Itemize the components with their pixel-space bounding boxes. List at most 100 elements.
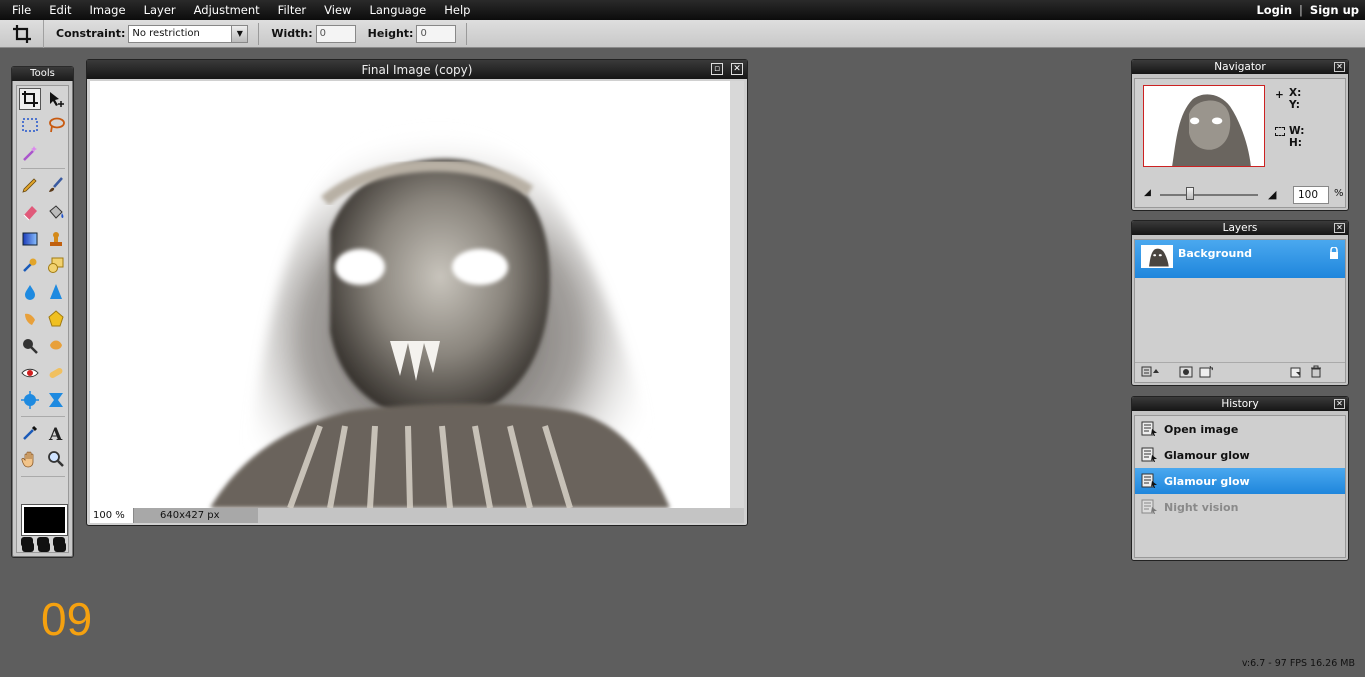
red-eye-icon[interactable] [19, 362, 41, 384]
layers-body: Background [1134, 239, 1346, 383]
tools-panel: Tools A [11, 66, 74, 558]
divider [21, 168, 65, 169]
tool-options-bar: Constraint: No restriction ▼ Width: 0 He… [0, 19, 1365, 48]
history-body: Open image Glamour glow Glamour glow Nig… [1134, 415, 1346, 558]
paint-bucket-icon[interactable] [45, 201, 67, 223]
swatch-preset[interactable] [53, 537, 65, 547]
close-icon[interactable]: ✕ [1334, 399, 1345, 409]
pencil-icon[interactable] [19, 174, 41, 196]
image-window-titlebar[interactable]: Final Image (copy) ▫ ✕ [87, 60, 747, 79]
foreground-color-swatch[interactable] [21, 504, 68, 536]
lasso-icon[interactable] [45, 114, 67, 136]
zoom-in-icon[interactable]: ◢ [1268, 188, 1276, 201]
sponge-icon[interactable] [45, 308, 67, 330]
close-icon[interactable]: ✕ [1334, 62, 1345, 72]
navigator-zoom-controls: ◢ ◢ 100 % [1140, 185, 1346, 205]
navigator-thumbnail[interactable] [1143, 85, 1265, 167]
constraint-select[interactable]: No restriction ▼ [128, 24, 249, 43]
hand-icon[interactable] [19, 448, 41, 470]
signup-link[interactable]: Sign up [1310, 3, 1359, 17]
menu-image[interactable]: Image [81, 0, 135, 20]
menu-language[interactable]: Language [360, 0, 435, 20]
swatch-preset[interactable] [37, 537, 49, 547]
layer-settings-icon[interactable] [1141, 366, 1159, 381]
history-step-icon [1141, 421, 1157, 436]
crop-icon[interactable] [0, 19, 44, 48]
zoom-unit: % [115, 510, 125, 521]
image-canvas[interactable] [90, 81, 730, 508]
maximize-icon[interactable]: ▫ [711, 63, 723, 75]
burn-icon[interactable] [45, 335, 67, 357]
navigator-title: Navigator ✕ [1132, 60, 1348, 74]
swatch-preset[interactable] [21, 537, 33, 547]
image-dimensions: 640x427 px [134, 508, 258, 523]
eraser-icon[interactable] [19, 201, 41, 223]
history-item[interactable]: Glamour glow [1135, 442, 1345, 468]
delete-layer-icon[interactable] [1309, 365, 1323, 381]
spot-heal-icon[interactable] [45, 362, 67, 384]
brush-icon[interactable] [45, 174, 67, 196]
menu-file[interactable]: File [0, 0, 40, 20]
marquee-icon[interactable] [19, 114, 41, 136]
layer-thumbnail [1141, 245, 1173, 268]
blur-icon[interactable] [19, 281, 41, 303]
gradient-icon[interactable] [19, 228, 41, 250]
history-step-icon [1141, 447, 1157, 462]
color-replace-icon[interactable] [19, 254, 41, 276]
history-item-undone[interactable]: Night vision [1135, 494, 1345, 520]
type-icon[interactable]: A [45, 422, 67, 444]
layer-row[interactable]: Background [1135, 240, 1345, 278]
divider [258, 22, 260, 45]
menu-edit[interactable]: Edit [40, 0, 80, 20]
navigator-title-text: Navigator [1214, 61, 1266, 73]
menu-filter[interactable]: Filter [269, 0, 315, 20]
drawing-icon[interactable] [45, 254, 67, 276]
dodge-icon[interactable] [19, 335, 41, 357]
history-title-text: History [1221, 398, 1259, 410]
smudge-icon[interactable] [19, 308, 41, 330]
login-link[interactable]: Login [1256, 3, 1292, 17]
navigator-body: + X: Y: W: H: ◢ ◢ 100 % [1134, 78, 1346, 208]
history-item-active[interactable]: Glamour glow [1135, 468, 1345, 494]
zoom-slider-track[interactable] [1160, 194, 1258, 196]
bloat-icon[interactable] [19, 389, 41, 411]
menu-adjustment[interactable]: Adjustment [185, 0, 269, 20]
zoom-icon[interactable] [45, 448, 67, 470]
history-item[interactable]: Open image [1135, 416, 1345, 442]
layer-mask-icon[interactable] [1179, 366, 1193, 381]
zoom-out-icon[interactable]: ◢ [1144, 188, 1151, 198]
history-item-label: Night vision [1164, 500, 1239, 514]
menu-help[interactable]: Help [435, 0, 479, 20]
zoom-slider-handle[interactable] [1186, 187, 1194, 200]
menu-view[interactable]: View [315, 0, 360, 20]
h-label: H: [1289, 137, 1302, 149]
history-item-label: Glamour glow [1164, 448, 1250, 462]
vertical-scrollbar[interactable] [730, 81, 744, 508]
tools-title: Tools [12, 67, 73, 81]
zoom-level-field[interactable]: 100 % [90, 508, 134, 523]
height-input[interactable]: 0 [416, 24, 457, 43]
layer-effects-icon[interactable] [1199, 365, 1214, 381]
color-picker-icon[interactable] [19, 422, 41, 444]
version-info: v:6.7 - 97 FPS 16.26 MB [1241, 658, 1355, 669]
new-layer-icon[interactable] [1289, 366, 1303, 381]
sharpen-icon[interactable] [45, 281, 67, 303]
divider [21, 476, 65, 477]
crop-icon[interactable] [19, 88, 41, 110]
height-label: Height: [367, 27, 414, 40]
lock-icon[interactable] [1329, 246, 1339, 262]
close-icon[interactable]: ✕ [731, 63, 743, 75]
clone-stamp-icon[interactable] [45, 228, 67, 250]
width-input[interactable]: 0 [315, 24, 356, 43]
divider [21, 416, 65, 417]
close-icon[interactable]: ✕ [1334, 223, 1345, 233]
menu-layer[interactable]: Layer [135, 0, 185, 20]
zoom-percent-input[interactable]: 100 [1293, 186, 1329, 204]
tools-grid: A [16, 85, 69, 553]
layer-toolbar [1135, 362, 1345, 382]
layers-title: Layers ✕ [1132, 221, 1348, 235]
chevron-down-icon[interactable]: ▼ [231, 25, 248, 42]
pinch-icon[interactable] [45, 389, 67, 411]
move-icon[interactable] [45, 88, 67, 110]
magic-wand-icon[interactable] [19, 142, 41, 164]
